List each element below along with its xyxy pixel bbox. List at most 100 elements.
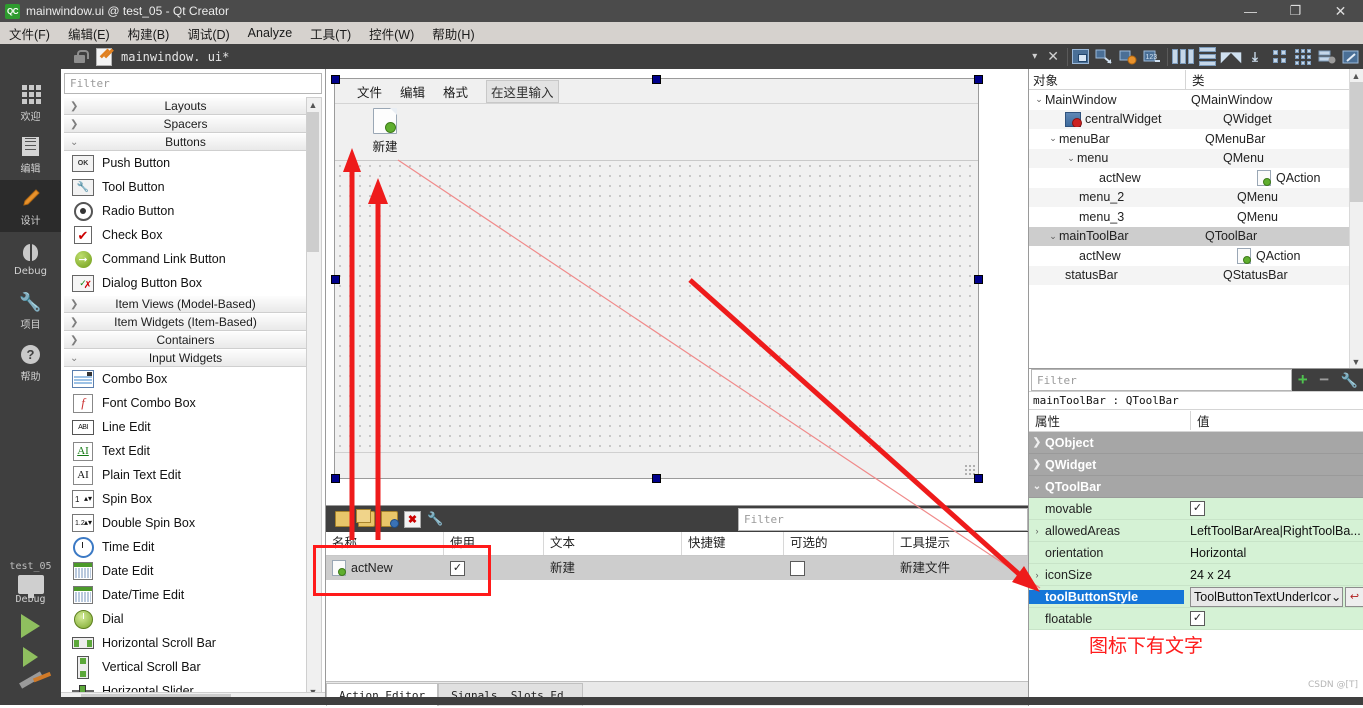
mode-projects[interactable]: 🔧 项目 — [0, 284, 61, 336]
menu-help[interactable]: 帮助(H) — [423, 22, 483, 45]
selection-handle-bc[interactable] — [652, 474, 661, 483]
layout-hsplitter-icon[interactable]: ◤◥ — [1220, 46, 1242, 68]
menu-debug[interactable]: 调试(D) — [178, 22, 238, 45]
build-button[interactable] — [18, 671, 43, 689]
form-central-widget[interactable] — [335, 160, 978, 452]
widget-plain-text-edit[interactable]: AI Plain Text Edit — [64, 463, 307, 487]
layout-vsplitter-icon[interactable]: ⤓ — [1244, 46, 1266, 68]
minimize-icon[interactable]: — — [1228, 0, 1273, 22]
widget-group-item-widgets[interactable]: ❯ Item Widgets (Item-Based) — [64, 313, 307, 331]
widget-combo-box[interactable]: Combo Box — [64, 367, 307, 391]
movable-checkbox[interactable]: ✓ — [1190, 501, 1205, 516]
object-row-menu[interactable]: ⌄ menu QMenu — [1029, 148, 1363, 168]
widget-date-time-edit[interactable]: Date/Time Edit — [64, 583, 307, 607]
scrollbar-thumb[interactable] — [307, 112, 319, 252]
menu-build[interactable]: 构建(B) — [119, 22, 179, 45]
property-group-qwidget[interactable]: ❯ QWidget — [1029, 454, 1363, 476]
object-row-menubar[interactable]: ⌄ menuBar QMenuBar — [1029, 129, 1363, 149]
form-menu-edit[interactable]: 编辑 — [400, 82, 425, 101]
kit-selector[interactable]: test_05 Debug — [0, 557, 61, 689]
object-row-maintoolbar[interactable]: ⌄ mainToolBar QToolBar — [1029, 226, 1363, 246]
scroll-up-icon[interactable]: ▲ — [1350, 69, 1362, 82]
selection-handle-br[interactable] — [974, 474, 983, 483]
add-property-icon[interactable]: + — [1298, 371, 1308, 388]
property-row-toolbuttonstyle[interactable]: toolButtonStyle ToolButtonTextUnderIcor … — [1029, 586, 1363, 608]
form-menu-file[interactable]: 文件 — [357, 82, 382, 101]
widget-text-edit[interactable]: AI Text Edit — [64, 439, 307, 463]
action-checkable-checkbox[interactable] — [790, 560, 805, 576]
mode-design[interactable]: 设计 — [0, 180, 61, 232]
object-row-menu2[interactable]: menu_2 QMenu — [1029, 187, 1363, 207]
widget-group-spacers[interactable]: ❯ Spacers — [64, 115, 307, 133]
property-group-qobject[interactable]: ❯ QObject — [1029, 432, 1363, 454]
close-editor-icon[interactable]: ✕ — [1047, 48, 1059, 65]
widget-tool-button[interactable]: 🔧 Tool Button — [64, 175, 307, 199]
chevron-right-icon[interactable]: › — [1029, 570, 1045, 580]
chevron-down-icon[interactable]: ⌄ — [1331, 589, 1341, 604]
toolbuttonstyle-combo[interactable]: ToolButtonTextUnderIcor ⌄ — [1190, 586, 1343, 607]
form-menu-placeholder[interactable]: 在这里输入 — [486, 79, 559, 103]
selection-handle-tr[interactable] — [974, 75, 983, 84]
new-action-icon[interactable] — [332, 508, 355, 530]
property-value[interactable]: Horizontal — [1184, 546, 1363, 560]
widget-date-edit[interactable]: Date Edit — [64, 559, 307, 583]
widget-line-edit[interactable]: ABI Line Edit — [64, 415, 307, 439]
mode-welcome[interactable]: 欢迎 — [0, 76, 61, 128]
mode-help[interactable]: ? 帮助 — [0, 336, 61, 388]
adjust-size2-icon[interactable] — [1340, 46, 1362, 68]
menu-file[interactable]: 文件(F) — [0, 22, 59, 45]
scrollbar-thumb[interactable] — [1350, 82, 1363, 202]
widget-vertical-scroll-bar[interactable]: Vertical Scroll Bar — [64, 655, 307, 679]
run-button[interactable] — [21, 614, 40, 638]
widget-push-button[interactable]: OK Push Button — [64, 151, 307, 175]
debug-button[interactable] — [23, 647, 38, 667]
scroll-down-icon[interactable]: ▼ — [1350, 355, 1362, 368]
property-row-orientation[interactable]: orientation Horizontal — [1029, 542, 1363, 564]
mode-debug[interactable]: Debug — [0, 232, 61, 284]
form-main-window[interactable]: 文件 编辑 格式 在这里输入 新建 — [334, 78, 979, 479]
adjust-size-icon[interactable] — [1069, 46, 1091, 68]
widget-box-filter[interactable]: Filter — [64, 73, 322, 94]
paste-action-icon[interactable] — [378, 508, 401, 530]
property-value[interactable]: 24 x 24 — [1184, 568, 1363, 582]
chevron-down-icon[interactable]: ⌄ — [1065, 153, 1077, 164]
configure-icon[interactable]: 🔧 — [424, 508, 447, 530]
form-tool-bar[interactable]: 新建 — [335, 104, 978, 165]
selection-handle-tc[interactable] — [652, 75, 661, 84]
mode-edit[interactable]: 编辑 — [0, 128, 61, 180]
form-editor-canvas[interactable]: 文件 编辑 格式 在这里输入 新建 — [326, 69, 1027, 505]
selection-handle-mr[interactable] — [974, 275, 983, 284]
widget-command-link-button[interactable]: ➞ Command Link Button — [64, 247, 307, 271]
object-row-menu3[interactable]: menu_3 QMenu — [1029, 207, 1363, 227]
remove-property-icon[interactable]: − — [1319, 371, 1329, 388]
property-filter-input[interactable]: Filter — [1031, 369, 1292, 391]
widget-double-spin-box[interactable]: 1.2 Double Spin Box — [64, 511, 307, 535]
widget-box-scrollbar[interactable]: ▲ ▼ — [306, 97, 322, 699]
widget-dial[interactable]: Dial — [64, 607, 307, 631]
editor-filename[interactable]: mainwindow. ui* — [121, 50, 229, 64]
layout-form-icon[interactable] — [1268, 46, 1290, 68]
property-row-allowedareas[interactable]: › allowedAreas LeftToolBarArea|RightToolB… — [1029, 520, 1363, 542]
property-row-movable[interactable]: movable ✓ — [1029, 498, 1363, 520]
property-group-qtoolbar[interactable]: ⌄ QToolBar — [1029, 476, 1363, 498]
selection-handle-tl[interactable] — [331, 75, 340, 84]
floatable-checkbox[interactable]: ✓ — [1190, 611, 1205, 626]
widget-font-combo-box[interactable]: f Font Combo Box — [64, 391, 307, 415]
layout-horizontal-icon[interactable] — [1172, 46, 1194, 68]
widget-group-buttons[interactable]: ⌄ Buttons — [64, 133, 307, 151]
chevron-right-icon[interactable]: › — [1029, 526, 1045, 536]
layout-vertical-icon[interactable] — [1196, 46, 1218, 68]
delete-action-icon[interactable]: ✖ — [401, 508, 424, 530]
object-row-statusbar[interactable]: statusBar QStatusBar — [1029, 265, 1363, 285]
selection-handle-bl[interactable] — [331, 474, 340, 483]
maximize-icon[interactable]: ❐ — [1273, 0, 1318, 22]
copy-action-icon[interactable] — [355, 508, 378, 530]
menu-tools[interactable]: 工具(T) — [301, 22, 360, 45]
unlock-icon[interactable] — [73, 50, 89, 63]
menu-analyze[interactable]: Analyze — [239, 24, 301, 42]
widget-group-input-widgets[interactable]: ⌄ Input Widgets — [64, 349, 307, 367]
close-icon[interactable]: ✕ — [1318, 0, 1363, 22]
action-filter-input[interactable]: Filter — [738, 508, 1028, 531]
menu-widgets[interactable]: 控件(W) — [360, 22, 423, 45]
chevron-down-icon[interactable]: ⌄ — [1033, 94, 1045, 105]
